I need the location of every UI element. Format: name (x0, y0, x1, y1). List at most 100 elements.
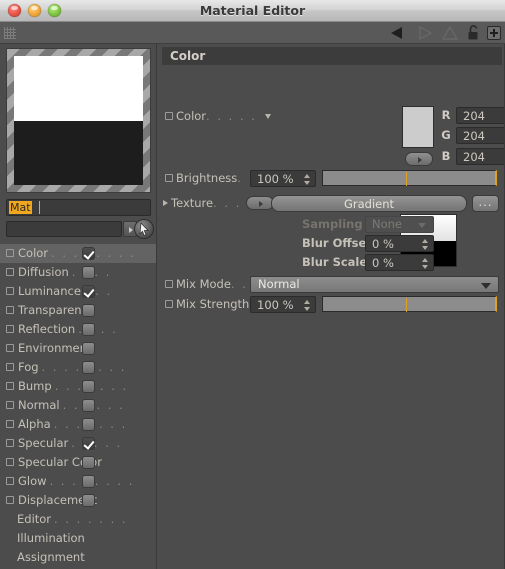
mix-mode-bullet-icon[interactable] (165, 279, 173, 288)
channel-checkbox-displacement[interactable] (82, 494, 95, 507)
channel-checkbox-normal[interactable] (82, 399, 95, 412)
channel-checkbox-specular-color[interactable] (82, 456, 95, 469)
mix-strength-slider[interactable] (322, 296, 497, 312)
blur-scale-input[interactable]: 0 % (365, 254, 434, 271)
color-r-input[interactable]: 204 (456, 107, 505, 124)
channel-row-luminance[interactable]: Luminance. . . (0, 282, 156, 301)
chevron-down-icon[interactable] (264, 114, 271, 119)
color-b-input[interactable]: 204 (456, 148, 505, 165)
channel-bullet-icon[interactable] (6, 401, 14, 409)
color-g-input[interactable]: 204 (456, 127, 505, 144)
window-title-bar: Material Editor (0, 0, 505, 22)
channel-bullet-icon[interactable] (6, 344, 14, 352)
unlock-icon[interactable] (466, 25, 480, 41)
channel-label: Reflection (18, 322, 76, 336)
spinner-icon[interactable] (304, 173, 311, 186)
toolbar-grip-icon[interactable] (4, 27, 16, 39)
page-row-editor[interactable]: Editor. . . . . . . (0, 510, 156, 529)
channel-bullet-icon[interactable] (6, 458, 14, 466)
mix-strength-value: 100 % (257, 298, 294, 312)
color-row-label: Color. . . . . (165, 106, 271, 126)
channel-checkbox-transparency[interactable] (82, 304, 95, 317)
material-name-input[interactable]: Mat (6, 199, 151, 216)
mix-mode-select[interactable]: Normal (250, 276, 499, 293)
channel-row-diffusion[interactable]: Diffusion. . . . (0, 263, 156, 282)
mix-strength-bullet-icon[interactable] (165, 299, 173, 308)
channel-row-bump[interactable]: Bump. . . . . . . (0, 377, 156, 396)
chevron-right-icon[interactable] (163, 199, 168, 206)
channel-row-specular[interactable]: Specular. . . . . (0, 434, 156, 453)
channel-bullet-icon[interactable] (6, 363, 14, 371)
texture-more-button[interactable]: ... (472, 195, 499, 212)
channel-row-specular-color[interactable]: Specular Color (0, 453, 156, 472)
toolbar (0, 22, 505, 44)
channel-row-reflection[interactable]: Reflection. . . . (0, 320, 156, 339)
channel-label: Color (18, 246, 49, 260)
mix-strength-row-label: Mix Strength (165, 294, 249, 314)
channel-checkbox-bump[interactable] (82, 380, 95, 393)
toolbar-icon-group (388, 22, 502, 44)
channel-checkbox-reflection[interactable] (82, 323, 95, 336)
preview-upper-half (14, 56, 143, 121)
color-b-value: 204 (463, 150, 485, 164)
add-icon[interactable] (486, 25, 502, 41)
channel-checkbox-luminance[interactable] (82, 285, 95, 298)
channel-bullet-icon[interactable] (6, 325, 14, 333)
page-row-illumination[interactable]: Illumination (0, 529, 156, 548)
channel-bullet-icon[interactable] (6, 249, 14, 257)
channel-checkbox-glow[interactable] (82, 475, 95, 488)
channel-row-alpha[interactable]: Alpha. . . . . . . (0, 415, 156, 434)
spinner-icon[interactable] (422, 238, 429, 251)
page-dots: . . . . . . . (54, 512, 128, 526)
mix-mode-label-text: Mix Mode (176, 277, 231, 291)
channel-row-glow[interactable]: Glow. . . . . . . . (0, 472, 156, 491)
channel-row-fog[interactable]: Fog. . . . . . . . (0, 358, 156, 377)
channel-bullet-icon[interactable] (6, 287, 14, 295)
brightness-input[interactable]: 100 % (250, 170, 316, 187)
channel-bullet-icon[interactable] (6, 439, 14, 447)
channel-bullet-icon[interactable] (6, 268, 14, 276)
channel-checkbox-alpha[interactable] (82, 418, 95, 431)
channel-bullet-icon[interactable] (6, 477, 14, 485)
texture-label-text: Texture (171, 196, 214, 210)
pick-cursor-icon[interactable] (134, 219, 154, 239)
mix-strength-input[interactable]: 100 % (250, 296, 316, 313)
texture-expand-button[interactable] (246, 196, 274, 210)
material-preview[interactable] (6, 48, 151, 193)
channel-checkbox-specular[interactable] (82, 437, 95, 450)
color-swatch[interactable] (402, 106, 434, 148)
slider-tick-icon (406, 298, 407, 312)
blur-scale-value: 0 % (372, 256, 394, 270)
channel-checkbox-environment[interactable] (82, 342, 95, 355)
channel-checkbox-diffusion[interactable] (82, 266, 95, 279)
page-row-assignment[interactable]: Assignment (0, 548, 156, 567)
filter-input[interactable] (6, 221, 122, 237)
texture-shader-button[interactable]: Gradient (271, 195, 467, 212)
text-caret (39, 201, 40, 214)
channel-label: Normal (18, 398, 60, 412)
brightness-slider[interactable] (322, 170, 497, 186)
color-bullet-icon[interactable] (165, 111, 173, 120)
spinner-icon[interactable] (304, 299, 311, 312)
channel-row-transparency[interactable]: Transparency (0, 301, 156, 320)
channel-bullet-icon[interactable] (6, 496, 14, 504)
channel-letter-g: G (441, 128, 451, 142)
blur-offset-input[interactable]: 0 % (365, 235, 434, 252)
channel-row-color[interactable]: Color. . . . . . . . (0, 244, 156, 263)
color-expand-button[interactable] (405, 152, 433, 166)
channel-row-displacement[interactable]: Displacement (0, 491, 156, 510)
channel-dots: . . . . . (71, 436, 123, 450)
brightness-bullet-icon[interactable] (165, 173, 173, 182)
channel-bullet-icon[interactable] (6, 382, 14, 390)
channel-checkbox-color[interactable] (82, 247, 95, 260)
channel-row-environment[interactable]: Environment (0, 339, 156, 358)
channel-bullet-icon[interactable] (6, 306, 14, 314)
back-arrow-icon[interactable] (388, 25, 408, 41)
forward-arrow-icon (419, 25, 433, 41)
channel-checkbox-fog[interactable] (82, 361, 95, 374)
channel-bullet-icon[interactable] (6, 420, 14, 428)
channel-row-normal[interactable]: Normal. . . . . . (0, 396, 156, 415)
chevron-down-icon[interactable] (481, 283, 491, 289)
spinner-icon[interactable] (422, 257, 429, 270)
sampling-value: None (372, 217, 403, 231)
